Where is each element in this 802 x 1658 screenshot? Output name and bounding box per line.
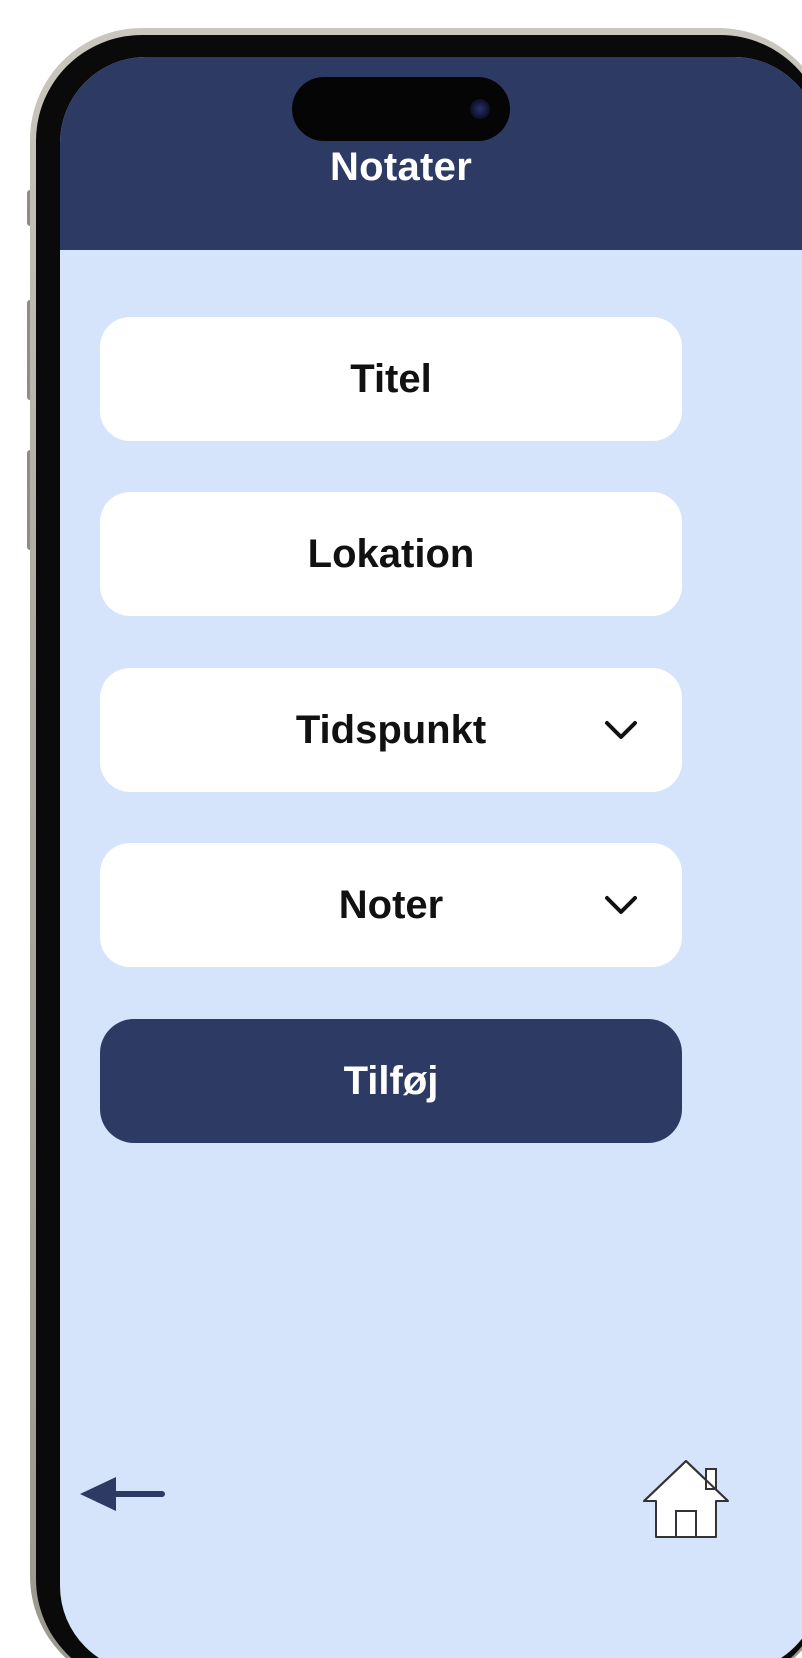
title-field-label: Titel	[350, 356, 432, 401]
location-field-label: Lokation	[307, 531, 475, 576]
camera-icon	[470, 99, 490, 119]
dynamic-island	[292, 77, 510, 141]
app-header: Notater	[60, 57, 802, 250]
notes-select[interactable]: Noter	[100, 843, 682, 967]
page-title: Notater	[329, 145, 473, 189]
device-canvas: Notater Titel Lokation Tidspunkt Noter T…	[0, 0, 802, 1658]
home-icon[interactable]	[638, 1457, 734, 1541]
time-select-label: Tidspunkt	[295, 707, 487, 752]
chevron-down-icon[interactable]	[604, 893, 638, 917]
location-field[interactable]: Lokation	[100, 492, 682, 616]
notes-select-label: Noter	[338, 882, 444, 927]
time-select[interactable]: Tidspunkt	[100, 668, 682, 792]
phone-screen: Notater Titel Lokation Tidspunkt Noter T…	[60, 57, 802, 1658]
chevron-down-icon[interactable]	[604, 718, 638, 742]
add-button[interactable]: Tilføj	[100, 1019, 682, 1143]
title-field[interactable]: Titel	[100, 317, 682, 441]
arrow-left-icon[interactable]	[76, 1469, 166, 1519]
